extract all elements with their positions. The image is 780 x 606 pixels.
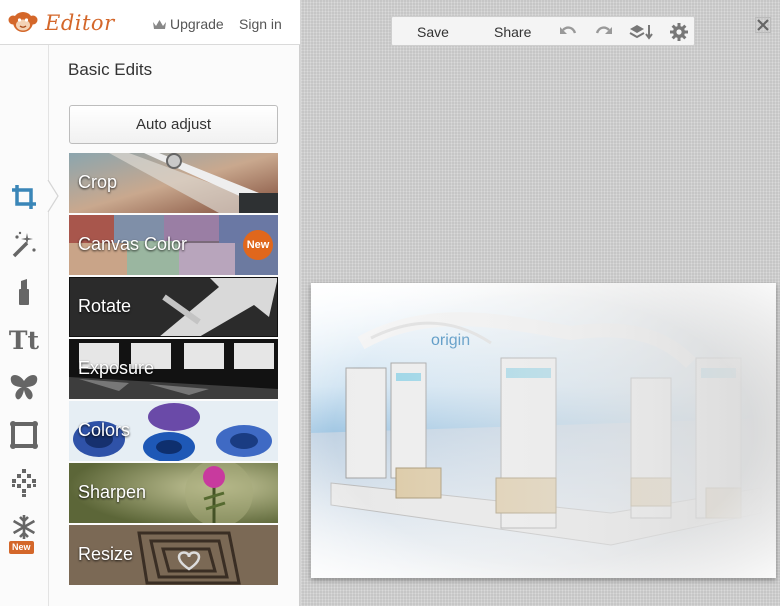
resize-tile[interactable]: Resize (69, 525, 278, 585)
new-badge: New (243, 230, 273, 260)
top-bar: Editor Upgrade Sign in (0, 0, 300, 45)
touch-up-tool[interactable] (8, 276, 40, 308)
redo-icon[interactable] (594, 22, 614, 42)
monkey-logo-icon (8, 12, 38, 32)
sharpen-tile[interactable]: Sharpen (69, 463, 278, 523)
exposure-tile[interactable]: Exposure (69, 339, 278, 399)
signin-link[interactable]: Sign in (239, 16, 282, 32)
resize-label: Resize (78, 544, 134, 564)
sharpen-label: Sharpen (78, 482, 147, 502)
new-badge: New (9, 541, 34, 554)
rotate-tile[interactable]: Rotate (69, 277, 278, 337)
rotate-label: Rotate (78, 296, 132, 316)
photo-canvas[interactable]: origin (311, 283, 776, 578)
trade-show-booth-photo: origin (311, 283, 776, 578)
auto-adjust-button[interactable]: Auto adjust (69, 105, 278, 144)
layers-icon[interactable] (628, 22, 654, 42)
butterfly-icon (10, 375, 38, 400)
left-panel: Editor Upgrade Sign in Tt New Basic Edit… (0, 0, 300, 606)
crop-tool[interactable] (8, 181, 40, 213)
canvas-color-label: Canvas Color (78, 234, 188, 254)
settings-icon[interactable] (669, 22, 689, 42)
lipstick-icon (19, 279, 29, 305)
crop-tool-icon (12, 185, 36, 209)
upgrade-link[interactable]: Upgrade (152, 16, 224, 32)
rail-divider (48, 45, 49, 606)
snowflake-icon (12, 515, 36, 539)
textures-tool[interactable] (8, 467, 40, 499)
share-button[interactable]: Share (494, 24, 531, 40)
effects-tool[interactable] (8, 228, 40, 260)
magic-wand-icon (12, 231, 36, 258)
colors-tile[interactable]: Colors (69, 401, 278, 461)
text-icon: Tt (8, 325, 40, 355)
crop-tile[interactable]: Crop (69, 153, 278, 213)
colors-label: Colors (78, 420, 131, 440)
texture-icon (12, 469, 36, 497)
section-title: Basic Edits (68, 60, 153, 79)
frames-tool[interactable] (8, 419, 40, 451)
crown-icon (153, 20, 166, 29)
close-icon[interactable] (755, 17, 771, 33)
save-button[interactable]: Save (417, 24, 449, 40)
undo-icon[interactable] (558, 22, 578, 42)
app-title: Editor (45, 11, 115, 35)
top-toolbar: Save Share (391, 16, 695, 46)
seasonal-tool[interactable] (8, 511, 40, 543)
workspace: Save Share (301, 0, 780, 606)
frame-icon (10, 421, 38, 449)
active-tool-pointer (47, 180, 59, 212)
upgrade-label: Upgrade (170, 16, 224, 32)
crop-label: Crop (78, 172, 118, 192)
canvas-color-tile[interactable]: Canvas Color New (69, 215, 278, 275)
exposure-label: Exposure (78, 358, 155, 378)
overlays-tool[interactable] (8, 371, 40, 403)
tool-rail: Tt New (0, 45, 48, 606)
text-tool[interactable]: Tt (5, 324, 43, 356)
